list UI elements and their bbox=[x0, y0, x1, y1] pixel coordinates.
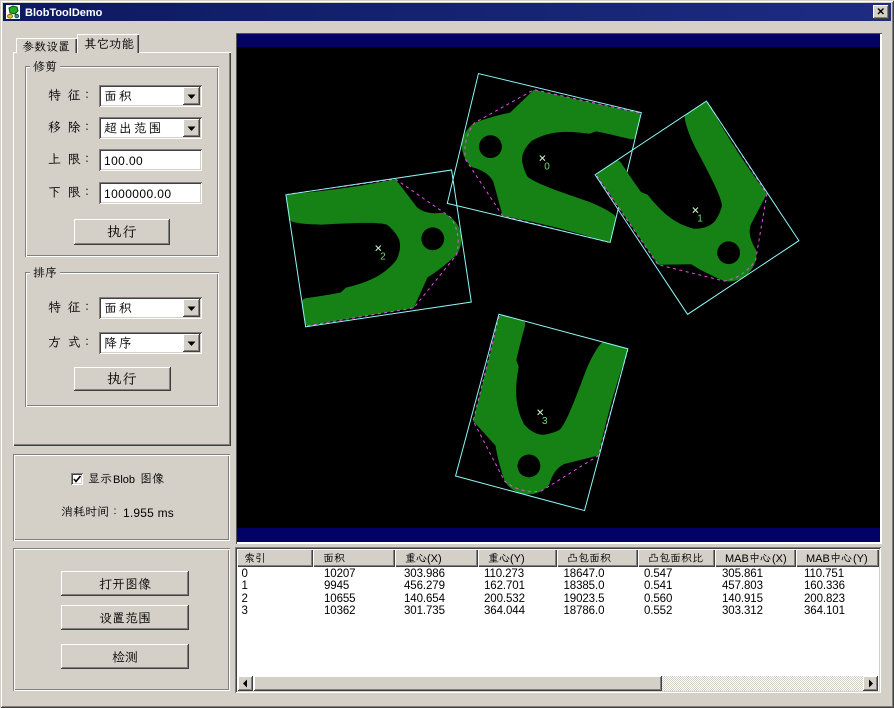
svg-text:1: 1 bbox=[697, 214, 703, 225]
svg-text:0: 0 bbox=[544, 162, 550, 173]
svg-text:3: 3 bbox=[542, 416, 548, 427]
svg-text:2: 2 bbox=[380, 252, 386, 263]
